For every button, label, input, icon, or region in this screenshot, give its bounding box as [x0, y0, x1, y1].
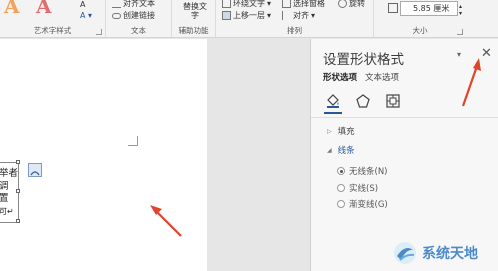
- no-line-label: 无线条(N): [349, 167, 388, 177]
- arrange-group: 环绕文字 ▾ 上移一层 ▾ 选择窗格 对齐 ▾ 旋转 排列: [216, 0, 374, 37]
- margin-corner-mark: [128, 136, 138, 146]
- size-group-label: 大小: [412, 26, 428, 35]
- close-icon[interactable]: ✕: [481, 46, 492, 61]
- selection-pane-icon: [282, 0, 291, 8]
- gradient-line-option[interactable]: 渐变线(G): [337, 198, 388, 210]
- text-group: 对齐文本 创建链接 文本: [106, 0, 172, 37]
- effects-icon[interactable]: [355, 93, 371, 109]
- create-link-button[interactable]: 创建链接: [112, 10, 155, 21]
- width-input[interactable]: 5.85 厘米: [400, 1, 458, 16]
- pane-title: 设置形状格式: [323, 52, 404, 68]
- wordart-style-red[interactable]: A: [36, 0, 52, 18]
- wordart-group-label: 艺术字样式: [33, 26, 72, 35]
- wordart-launcher[interactable]: [96, 29, 102, 35]
- arrange-group-label: 排列: [287, 26, 302, 35]
- solid-line-option[interactable]: 实线(S): [337, 182, 378, 194]
- resize-handle[interactable]: [16, 160, 20, 164]
- pane-tabs: 形状选项 文本选项: [323, 71, 399, 83]
- align-text-icon: [112, 0, 121, 8]
- watermark-text: 系统天地: [422, 246, 478, 262]
- radio-button[interactable]: [337, 200, 345, 208]
- width-spinner[interactable]: ▴ ▾: [459, 3, 462, 17]
- document-page[interactable]: 举者 调 置 可↵: [0, 39, 207, 271]
- textbox-line: 举者: [0, 168, 19, 179]
- accessibility-group-label: 辅助功能: [178, 26, 209, 35]
- text-effects-icon[interactable]: A ▾: [80, 11, 92, 20]
- ribbon: A A A A ▾ 艺术字样式 对齐文本 创建链接 文本 替换文字 辅助功能 环…: [0, 0, 498, 38]
- textbox-line: 可↵: [0, 206, 14, 216]
- chevron-right-icon: ▷: [327, 127, 332, 135]
- document-margin-area: [207, 39, 309, 271]
- wrap-text-icon: [222, 0, 231, 8]
- rotate-icon: [338, 0, 347, 8]
- pane-options-icon[interactable]: ▾: [457, 50, 461, 59]
- wrap-text-button[interactable]: 环绕文字 ▾: [222, 0, 271, 9]
- solid-line-label: 实线(S): [349, 184, 379, 194]
- radio-button[interactable]: [337, 167, 345, 175]
- fill-line-icon[interactable]: [324, 93, 342, 114]
- rotate-button[interactable]: 旋转: [338, 0, 365, 9]
- align-icon: [282, 11, 291, 20]
- chevron-down-icon: ◢: [327, 146, 332, 154]
- wordart-style-orange[interactable]: A: [4, 0, 20, 18]
- alt-text-button[interactable]: 替换文字: [183, 2, 207, 20]
- radio-button[interactable]: [337, 184, 345, 192]
- gradient-line-label: 渐变线(G): [349, 200, 388, 210]
- bring-forward-button[interactable]: 上移一层 ▾: [222, 10, 271, 21]
- tab-shape-options[interactable]: 形状选项: [323, 71, 357, 83]
- link-icon: [112, 12, 121, 19]
- watermark: 系统天地: [392, 240, 478, 266]
- layout-properties-icon[interactable]: [385, 93, 401, 109]
- fill-section-label: 填充: [337, 127, 355, 137]
- wordart-styles-group: A A A A ▾ 艺术字样式: [0, 0, 106, 37]
- fill-section-header[interactable]: ▷ 填充: [327, 125, 355, 137]
- accessibility-group: 替换文字 辅助功能: [172, 0, 216, 37]
- selection-pane-button[interactable]: 选择窗格: [282, 0, 325, 9]
- width-icon: [388, 3, 398, 13]
- resize-handle[interactable]: [16, 219, 20, 223]
- pane-divider: [311, 117, 498, 118]
- textbox-line: 置: [0, 193, 9, 204]
- bring-forward-icon: [222, 11, 231, 20]
- layout-options-icon[interactable]: [28, 163, 42, 177]
- align-text-button[interactable]: 对齐文本: [112, 0, 155, 9]
- align-button[interactable]: 对齐 ▾: [282, 10, 315, 21]
- line-section-label: 线条: [337, 146, 355, 156]
- size-launcher[interactable]: [457, 29, 463, 35]
- resize-handle[interactable]: [16, 189, 20, 193]
- tab-text-options[interactable]: 文本选项: [365, 71, 399, 83]
- text-fill-icon[interactable]: A: [80, 0, 85, 9]
- text-group-label: 文本: [131, 26, 146, 35]
- no-line-option[interactable]: 无线条(N): [337, 165, 388, 177]
- watermark-logo-icon: [394, 242, 416, 264]
- format-shape-pane: 设置形状格式 ▾ ✕ 形状选项 文本选项 ▷ 填充 ◢ 线条 无线条(N) 实线…: [310, 39, 498, 271]
- line-section-header[interactable]: ◢ 线条: [327, 144, 355, 156]
- pane-category-icons: [324, 93, 401, 114]
